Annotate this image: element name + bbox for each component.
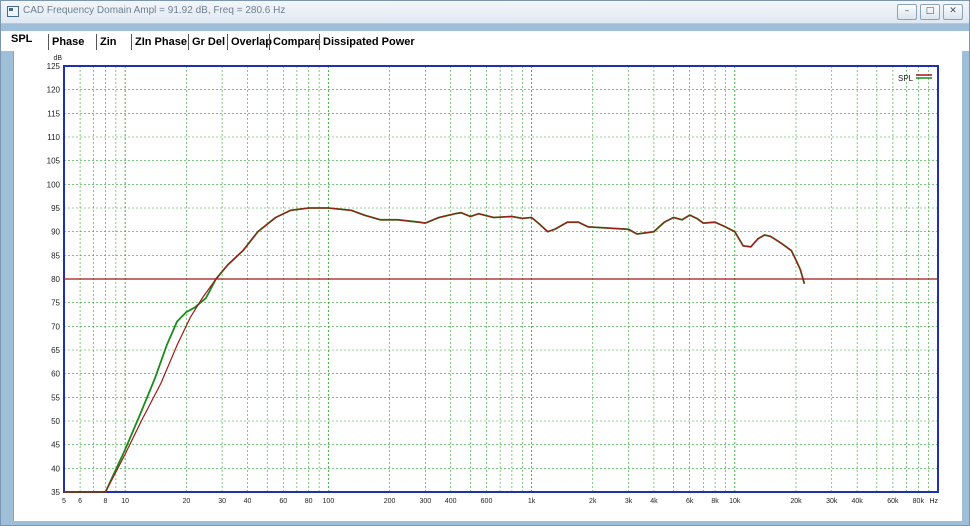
x-tick-label: 8k <box>711 498 719 505</box>
y-tick-label: 95 <box>51 204 60 213</box>
window-controls: – □ ✕ <box>897 4 963 20</box>
tab-zin-phase[interactable]: ZIn Phase <box>131 34 187 50</box>
y-tick-label: 105 <box>47 157 61 166</box>
x-tick-label: 8 <box>104 498 108 505</box>
y-tick-label: 125 <box>47 62 61 71</box>
tab-compare[interactable]: Compare <box>269 34 321 50</box>
x-tick-label: 30 <box>218 498 226 505</box>
y-tick-label: 35 <box>51 488 60 497</box>
tab-gr-del[interactable]: Gr Del <box>188 34 225 50</box>
x-tick-label: 80 <box>305 498 313 505</box>
cad-frequency-window: CAD Frequency Domain Ampl = 91.92 dB, Fr… <box>0 0 970 526</box>
spl-chart[interactable]: 3540455055606570758085909510010511011512… <box>14 51 962 521</box>
legend: SPL <box>898 74 932 83</box>
tab-phase[interactable]: Phase <box>48 34 84 50</box>
x-tick-label: 4k <box>650 498 658 505</box>
x-tick-label: 60 <box>279 498 287 505</box>
y-tick-label: 50 <box>51 417 60 426</box>
tab-spl[interactable]: SPL <box>11 31 32 47</box>
y-tick-label: 55 <box>51 393 60 402</box>
close-button[interactable]: ✕ <box>943 4 963 20</box>
x-tick-label: 6k <box>686 498 694 505</box>
x-tick-label: 10k <box>729 498 741 505</box>
tab-bar: SPL Phase Zin ZIn Phase Gr Del Overlap C… <box>1 31 969 51</box>
y-tick-label: 110 <box>47 133 60 142</box>
x-tick-label: 1k <box>528 498 536 505</box>
y-tick-label: 90 <box>51 228 60 237</box>
y-tick-label: 80 <box>51 275 60 284</box>
y-tick-label: 45 <box>51 441 60 450</box>
x-tick-label: 40k <box>851 498 863 505</box>
y-axis-unit: dB <box>53 55 62 62</box>
plot-panel: 35 40 45 50 55 60 65 70 75 80 85 90 95 100 105 110 115 12… <box>13 51 962 521</box>
x-tick-label: 300 <box>419 498 431 505</box>
x-tick-label: 20k <box>790 498 802 505</box>
x-tick-label: 400 <box>445 498 457 505</box>
x-tick-label: 10 <box>121 498 129 505</box>
x-tick-label: 60k <box>887 498 899 505</box>
y-tick-label: 70 <box>51 322 60 331</box>
y-tick-label: 75 <box>51 299 60 308</box>
app-icon <box>7 6 19 17</box>
x-tick-label: 40 <box>244 498 252 505</box>
x-tick-label: 3k <box>625 498 633 505</box>
tab-zin[interactable]: Zin <box>96 34 117 50</box>
minimize-button[interactable]: – <box>897 4 917 20</box>
title-bar[interactable]: CAD Frequency Domain Ampl = 91.92 dB, Fr… <box>1 1 969 24</box>
x-tick-label: 600 <box>481 498 493 505</box>
x-tick-label: 80k <box>913 498 925 505</box>
x-tick-label: 30k <box>826 498 838 505</box>
x-tick-label: 6 <box>78 498 82 505</box>
x-tick-label: 5 <box>62 498 66 505</box>
y-tick-label: 65 <box>51 346 60 355</box>
x-tick-label: 20 <box>182 498 190 505</box>
x-tick-label: Hz <box>929 498 938 505</box>
y-tick-label: 60 <box>51 370 60 379</box>
y-tick-label: 100 <box>47 180 61 189</box>
y-tick-label: 85 <box>51 251 60 260</box>
tab-overlap[interactable]: Overlap <box>227 34 272 50</box>
tab-dissipated-power[interactable]: Dissipated Power <box>319 34 415 50</box>
x-tick-label: 200 <box>384 498 396 505</box>
x-tick-label: 2k <box>589 498 597 505</box>
window-title: CAD Frequency Domain Ampl = 91.92 dB, Fr… <box>23 5 286 16</box>
maximize-button[interactable]: □ <box>920 4 940 20</box>
legend-label-spl: SPL <box>898 74 914 83</box>
y-tick-label: 40 <box>51 464 60 473</box>
y-tick-label: 115 <box>47 109 60 118</box>
y-tick-label: 120 <box>47 86 61 95</box>
x-tick-label: 100 <box>323 498 335 505</box>
